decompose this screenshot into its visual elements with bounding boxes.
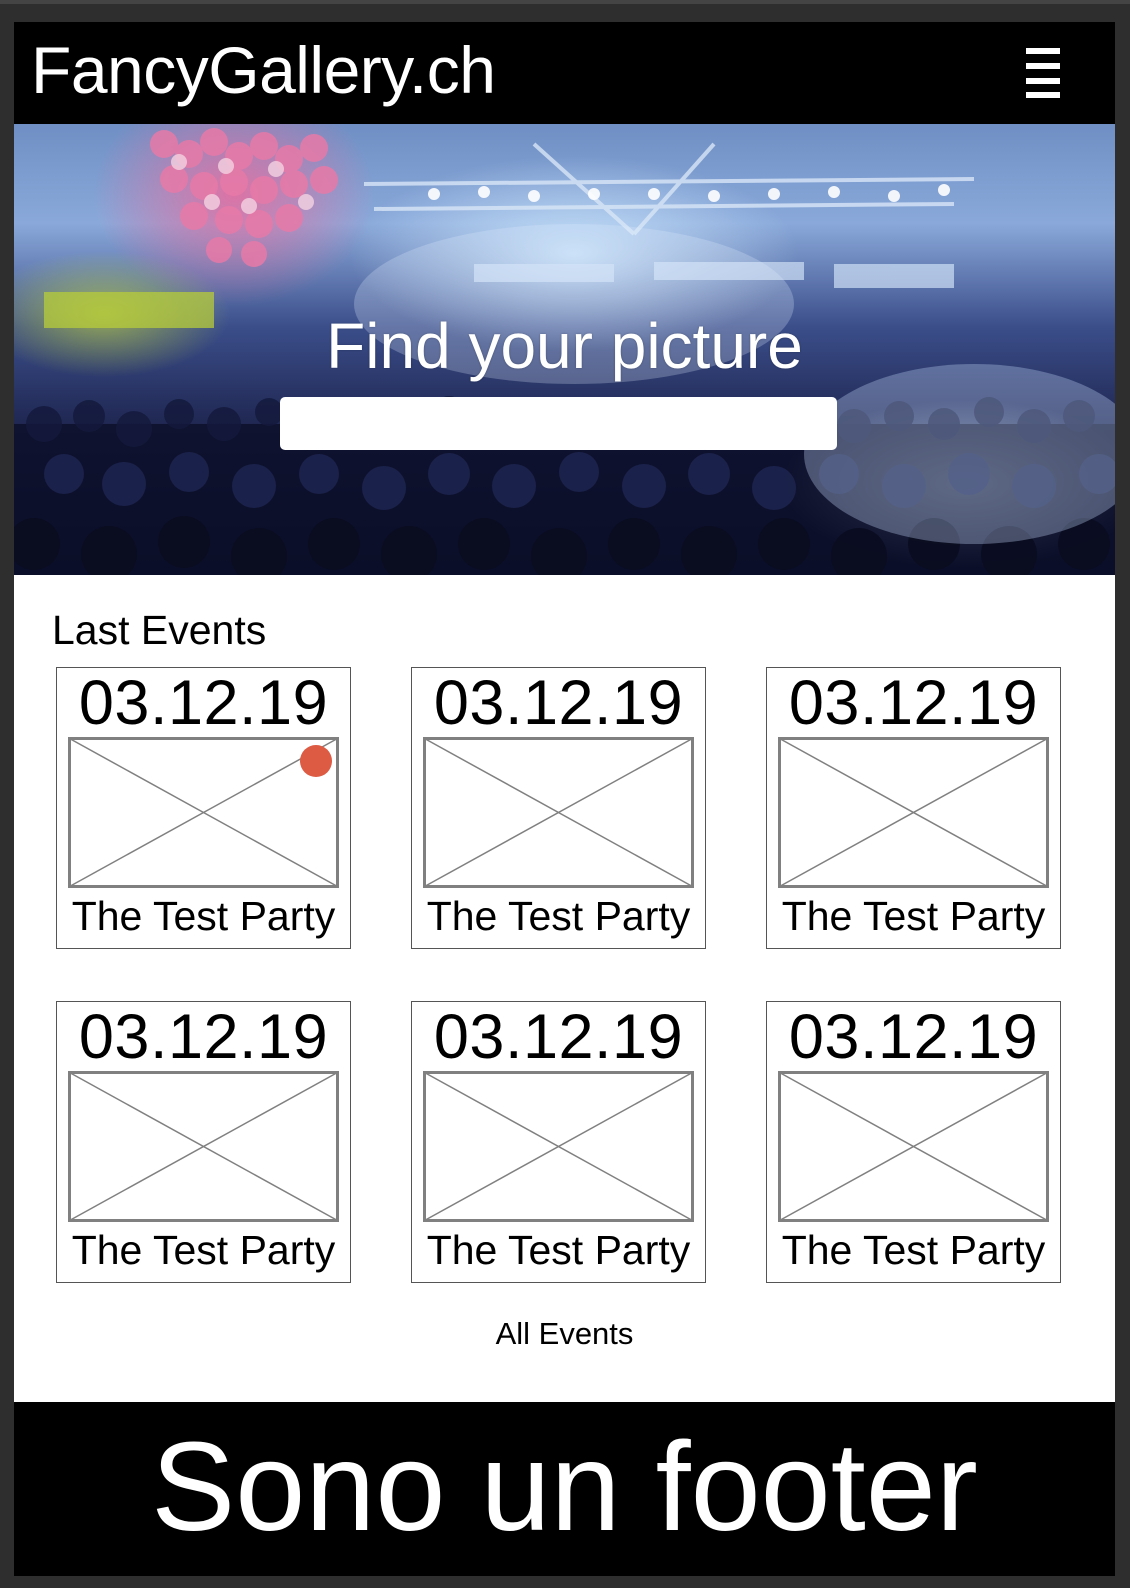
event-date: 03.12.19 <box>788 1002 1039 1072</box>
site-logo[interactable]: FancyGallery.ch <box>31 32 496 108</box>
footer: Sono un footer <box>14 1402 1115 1576</box>
event-date: 03.12.19 <box>433 668 684 738</box>
device-frame: FancyGallery.ch Find your picture Last E… <box>0 0 1130 1588</box>
new-indicator-dot <box>300 745 332 777</box>
hamburger-menu-icon[interactable] <box>1024 48 1064 98</box>
hero-banner: Find your picture <box>14 124 1115 575</box>
page: FancyGallery.ch Find your picture Last E… <box>14 22 1115 1576</box>
search-input[interactable] <box>280 397 837 450</box>
image-placeholder-icon <box>778 1071 1049 1222</box>
event-name: The Test Party <box>426 1227 691 1273</box>
menu-bar <box>1026 48 1060 54</box>
event-name: The Test Party <box>71 1227 336 1273</box>
header: FancyGallery.ch <box>14 22 1115 124</box>
image-placeholder-icon <box>423 737 694 888</box>
image-placeholder-icon <box>68 1071 339 1222</box>
menu-bar <box>1026 92 1060 98</box>
event-card[interactable]: 03.12.19 The Test Party <box>766 1001 1061 1283</box>
event-date: 03.12.19 <box>78 668 329 738</box>
event-name: The Test Party <box>781 1227 1046 1273</box>
event-card[interactable]: 03.12.19 The Test Party <box>411 667 706 949</box>
menu-bar <box>1026 63 1060 69</box>
section-title-last-events: Last Events <box>52 607 267 653</box>
footer-text: Sono un footer <box>151 1416 978 1557</box>
event-date: 03.12.19 <box>433 1002 684 1072</box>
event-card[interactable]: 03.12.19 The Test Party <box>56 1001 351 1283</box>
hero-title: Find your picture <box>326 310 803 382</box>
event-name: The Test Party <box>426 893 691 939</box>
menu-bar <box>1026 78 1060 84</box>
image-placeholder-icon <box>423 1071 694 1222</box>
event-card[interactable]: 03.12.19 The Test Party <box>56 667 351 949</box>
event-date: 03.12.19 <box>788 668 1039 738</box>
event-name: The Test Party <box>71 893 336 939</box>
event-card[interactable]: 03.12.19 The Test Party <box>766 667 1061 949</box>
image-placeholder-icon <box>778 737 1049 888</box>
image-placeholder-icon <box>68 737 339 888</box>
event-date: 03.12.19 <box>78 1002 329 1072</box>
event-card[interactable]: 03.12.19 The Test Party <box>411 1001 706 1283</box>
all-events-link[interactable]: All Events <box>14 1316 1115 1352</box>
event-name: The Test Party <box>781 893 1046 939</box>
